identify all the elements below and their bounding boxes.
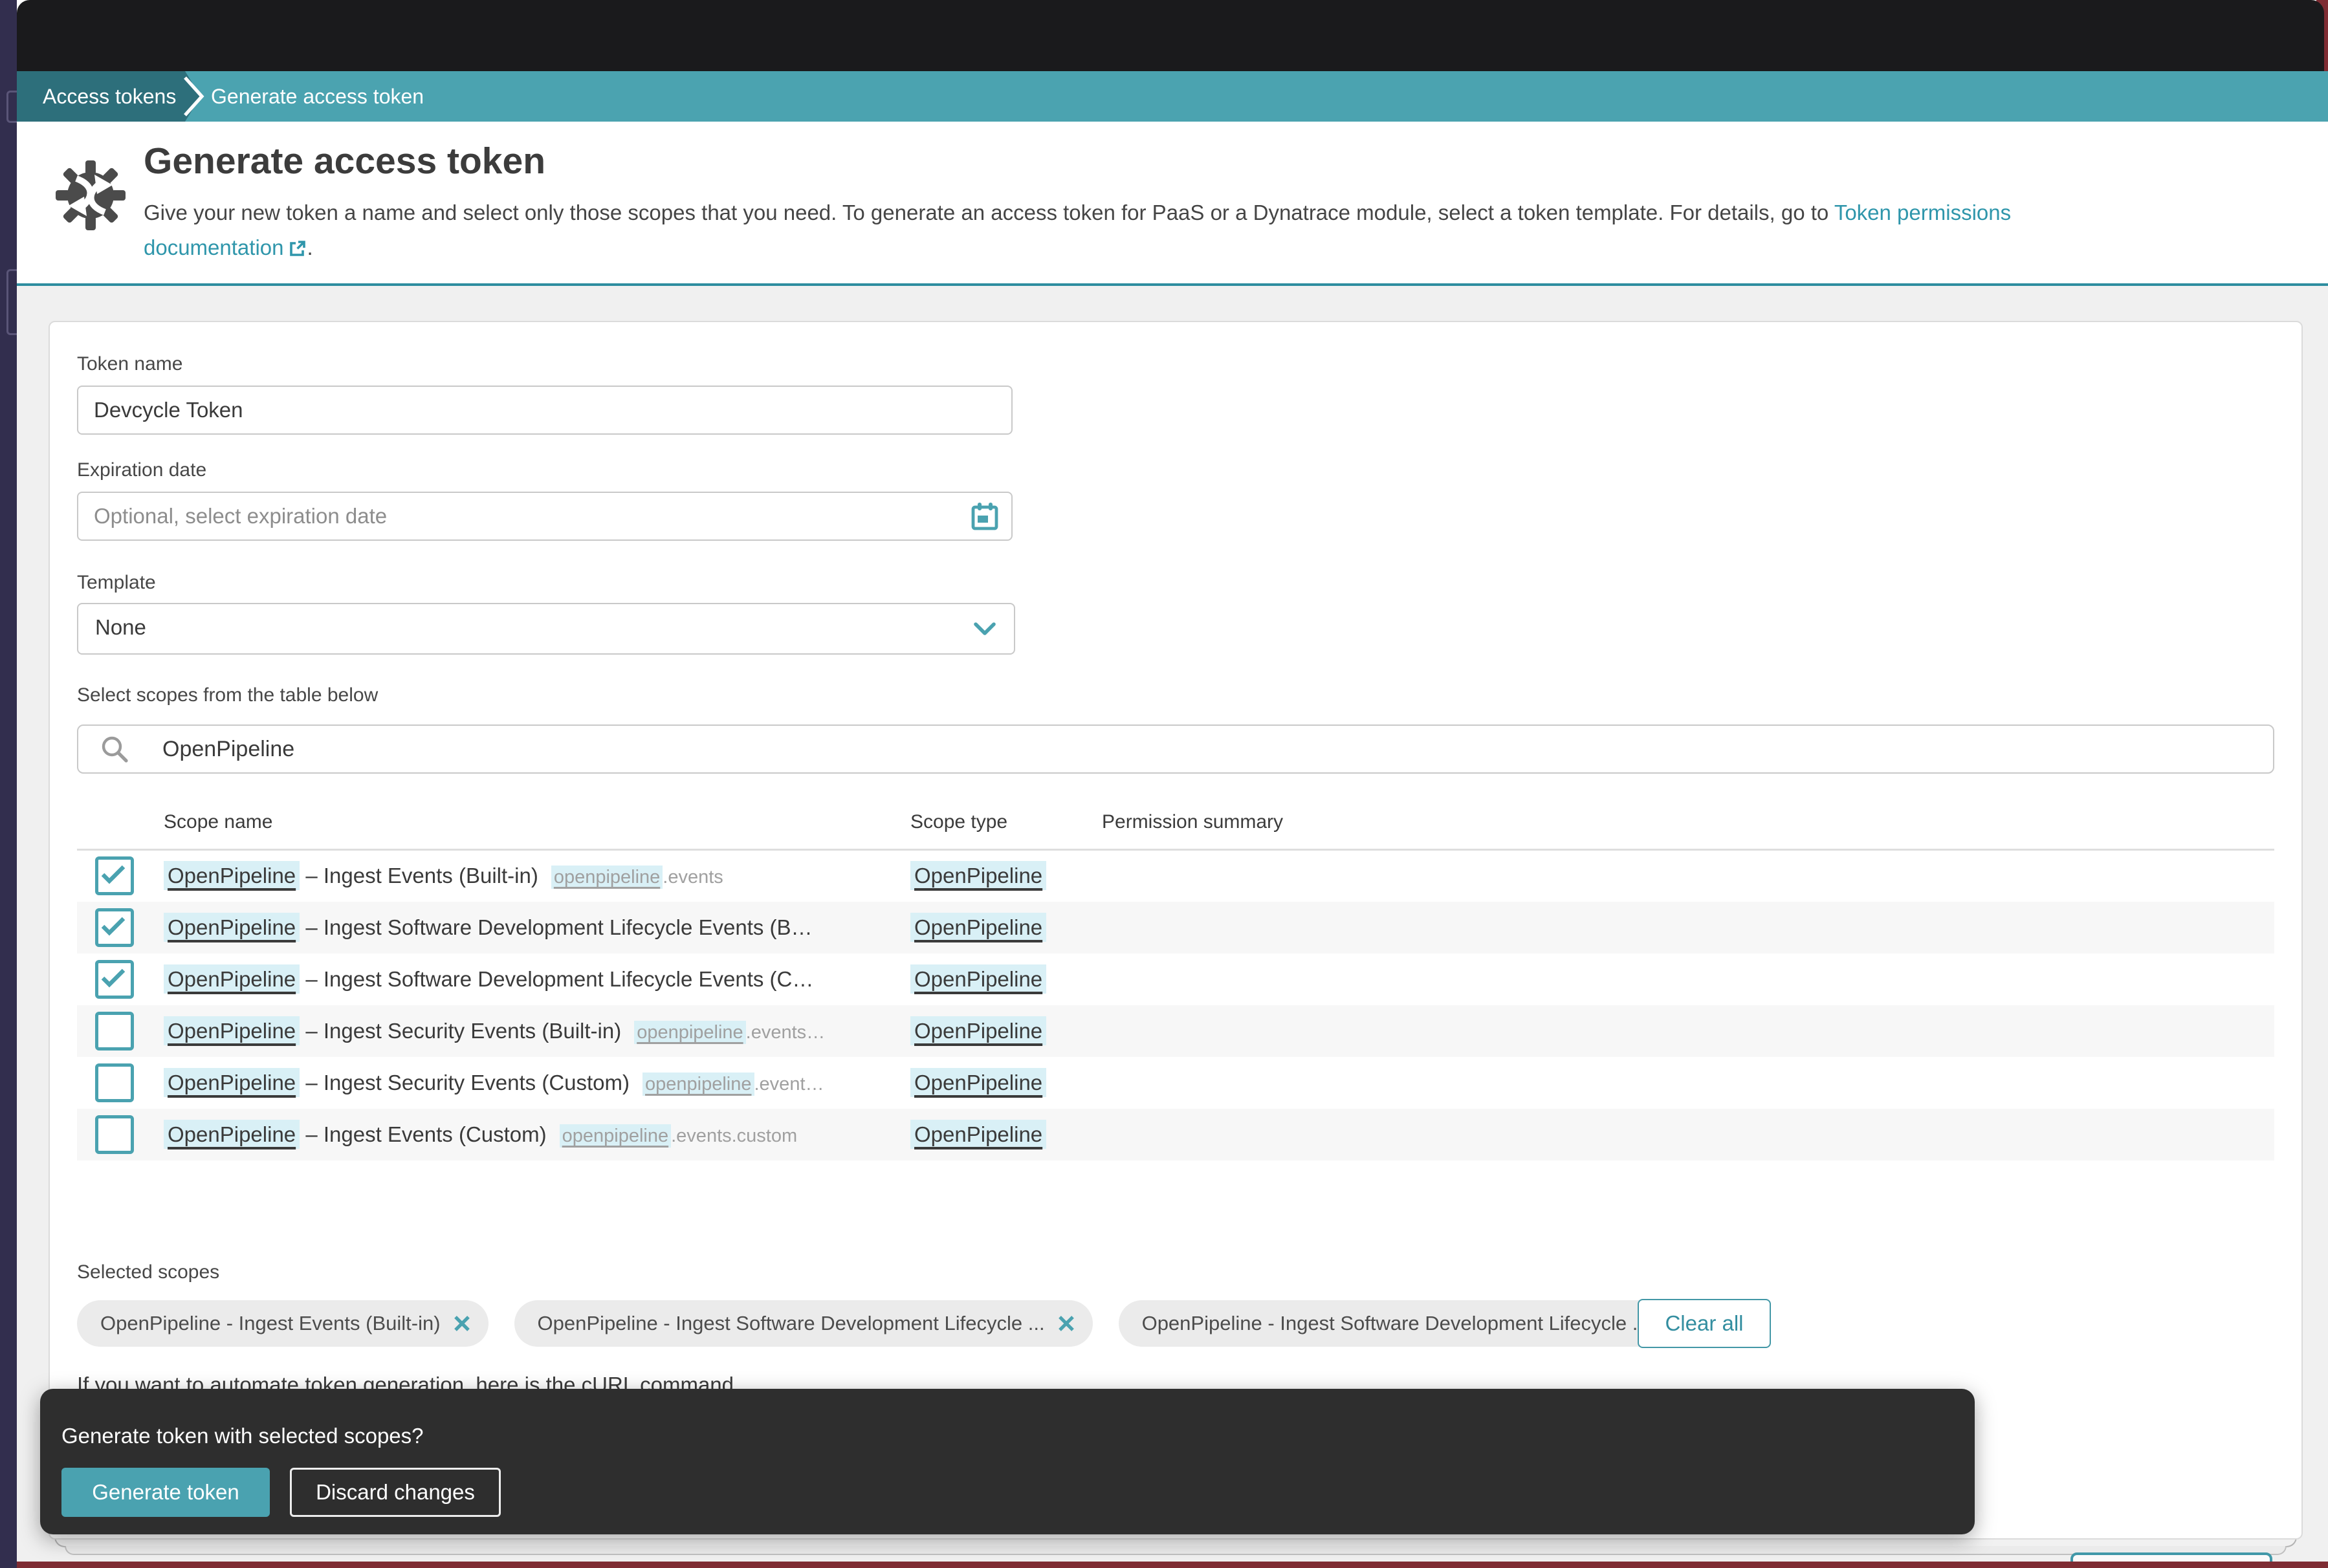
scope-row[interactable]: OpenPipeline – Ingest Security Events (B… <box>77 1005 2274 1057</box>
toast-question: Generate token with selected scopes? <box>61 1424 424 1448</box>
discard-changes-button[interactable]: Discard changes <box>290 1468 501 1517</box>
page-description-line2: documentation. <box>144 235 313 260</box>
scope-name-link[interactable]: OpenPipeline – Ingest Software Developme… <box>164 953 826 1007</box>
scope-checkbox[interactable] <box>95 1063 134 1102</box>
scope-type-link[interactable]: OpenPipeline <box>910 902 1046 953</box>
selected-scope-chip: OpenPipeline - Ingest Software Developme… <box>1119 1300 1697 1347</box>
scope-name-link[interactable]: OpenPipeline – Ingest Software Developme… <box>164 902 826 955</box>
breadcrumb-item-access-tokens[interactable]: Access tokens <box>43 71 176 122</box>
confirmation-toast: Generate token with selected scopes? Gen… <box>40 1389 1975 1534</box>
scope-checkbox[interactable] <box>95 1012 134 1051</box>
selected-scope-chip: OpenPipeline - Ingest Software Developme… <box>514 1300 1093 1347</box>
column-header-scope-type: Scope type <box>910 811 1007 833</box>
expiration-date-input[interactable] <box>77 492 1013 541</box>
remove-chip-button[interactable] <box>454 1315 470 1332</box>
gear-sync-icon <box>54 157 127 234</box>
selected-scopes-chips: OpenPipeline - Ingest Events (Built-in) … <box>77 1300 1697 1347</box>
left-nav-sliver <box>0 0 17 1568</box>
scope-name-link[interactable]: OpenPipeline – Ingest Security Events (B… <box>164 1005 825 1058</box>
scope-checkbox[interactable] <box>95 960 134 999</box>
calendar-icon[interactable] <box>971 502 998 530</box>
scope-row[interactable]: OpenPipeline – Ingest Events (Custom)ope… <box>77 1109 2274 1160</box>
breadcrumb-item-generate-access-token[interactable]: Generate access token <box>211 71 424 122</box>
scope-row[interactable]: OpenPipeline – Ingest Security Events (C… <box>77 1057 2274 1109</box>
generate-access-token-page: Access tokens Generate access token <box>0 0 2328 1568</box>
x-icon <box>1058 1315 1075 1332</box>
token-permissions-link[interactable]: Token permissions <box>1834 201 2011 224</box>
remove-chip-button[interactable] <box>1058 1315 1075 1332</box>
documentation-link[interactable]: documentation <box>144 235 307 259</box>
scope-type-link[interactable]: OpenPipeline <box>910 850 1046 902</box>
card-stack-edge <box>65 1546 2287 1555</box>
chevron-down-icon <box>974 622 996 637</box>
nav-icon-sliver <box>6 269 17 335</box>
generate-token-button[interactable]: Generate token <box>61 1468 270 1517</box>
check-icon <box>101 917 126 936</box>
column-header-permission-summary: Permission summary <box>1102 811 1283 833</box>
external-link-icon <box>289 239 307 257</box>
scope-row[interactable]: OpenPipeline – Ingest Software Developme… <box>77 902 2274 953</box>
background-window-edge <box>17 1562 2328 1568</box>
scope-id: openpipeline.event… <box>642 1074 824 1094</box>
expiration-date-label: Expiration date <box>77 459 206 481</box>
scope-type-link[interactable]: OpenPipeline <box>910 953 1046 1005</box>
app-top-bar <box>17 0 2324 71</box>
template-select[interactable]: None <box>77 603 1015 655</box>
scope-checkbox[interactable] <box>95 908 134 947</box>
check-icon <box>101 968 126 988</box>
page-header: Generate access token Give your new toke… <box>17 122 2328 286</box>
x-icon <box>454 1315 470 1332</box>
scope-name-link[interactable]: OpenPipeline – Ingest Security Events (C… <box>164 1057 824 1110</box>
template-label: Template <box>77 572 156 594</box>
scope-id: openpipeline.events… <box>634 1022 825 1043</box>
scope-name-link[interactable]: OpenPipeline – Ingest Events (Built-in)o… <box>164 850 723 903</box>
selected-scope-chip: OpenPipeline - Ingest Events (Built-in) <box>77 1300 489 1347</box>
select-scopes-label: Select scopes from the table below <box>77 684 378 706</box>
scope-id: openpipeline.events <box>551 867 723 887</box>
scope-type-link[interactable]: OpenPipeline <box>910 1057 1046 1109</box>
scope-id: openpipeline.events.custom <box>560 1126 798 1146</box>
scope-type-link[interactable]: OpenPipeline <box>910 1005 1046 1057</box>
nav-icon-sliver <box>6 91 17 123</box>
scope-name-link[interactable]: OpenPipeline – Ingest Events (Custom)ope… <box>164 1109 797 1162</box>
token-form-card: Token name Expiration date Template None… <box>49 321 2303 1540</box>
token-name-input[interactable] <box>77 386 1013 435</box>
search-icon <box>100 735 130 765</box>
scope-table-header: Scope name Scope type Permission summary <box>77 806 2274 851</box>
token-name-label: Token name <box>77 353 182 375</box>
scope-type-link[interactable]: OpenPipeline <box>910 1109 1046 1160</box>
column-header-scope-name: Scope name <box>164 811 272 833</box>
scope-checkbox[interactable] <box>95 1115 134 1154</box>
check-icon <box>101 865 126 884</box>
clear-all-button[interactable]: Clear all <box>1638 1299 1771 1348</box>
page-title: Generate access token <box>144 140 545 182</box>
template-selected-value: None <box>95 604 146 651</box>
scope-checkbox[interactable] <box>95 856 134 895</box>
chevron-right-icon <box>182 76 206 116</box>
scope-row[interactable]: OpenPipeline – Ingest Events (Built-in)o… <box>77 850 2274 902</box>
scope-search <box>77 724 2274 774</box>
scope-search-input[interactable] <box>77 724 2274 774</box>
scope-row[interactable]: OpenPipeline – Ingest Software Developme… <box>77 953 2274 1005</box>
selected-scopes-label: Selected scopes <box>77 1261 219 1283</box>
breadcrumb: Access tokens Generate access token <box>17 71 2328 122</box>
page-description: Give your new token a name and select on… <box>144 201 2011 225</box>
